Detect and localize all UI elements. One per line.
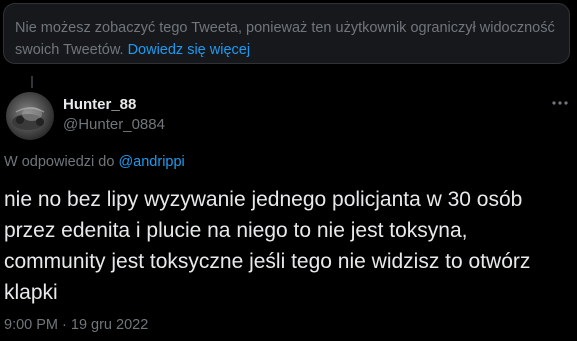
reply-context: W odpowiedzi do @andrippi — [4, 154, 185, 170]
thread-connector-line — [31, 76, 33, 88]
restricted-notice-text: Nie możesz zobaczyć tego Tweeta, poniewa… — [15, 20, 555, 58]
reply-to-mention-link[interactable]: @andrippi — [118, 154, 184, 170]
tweet-timestamp-link[interactable]: 9:00 PM · 19 gru 2022 — [4, 317, 148, 333]
restricted-tweet-notice: Nie możesz zobaczyć tego Tweeta, poniewa… — [3, 3, 570, 64]
author-handle[interactable]: @Hunter_0884 — [63, 116, 165, 133]
more-options-button[interactable] — [548, 94, 572, 112]
avatar[interactable] — [6, 92, 54, 140]
reply-context-prefix: W odpowiedzi do — [4, 154, 115, 170]
more-dots-icon — [552, 101, 568, 105]
avatar-image — [12, 107, 45, 130]
author-display-name[interactable]: Hunter_88 — [63, 96, 136, 113]
learn-more-link[interactable]: Dowiedz się więcej — [128, 42, 251, 58]
tweet-text: nie no bez lipy wyzywanie jednego policj… — [4, 188, 531, 304]
